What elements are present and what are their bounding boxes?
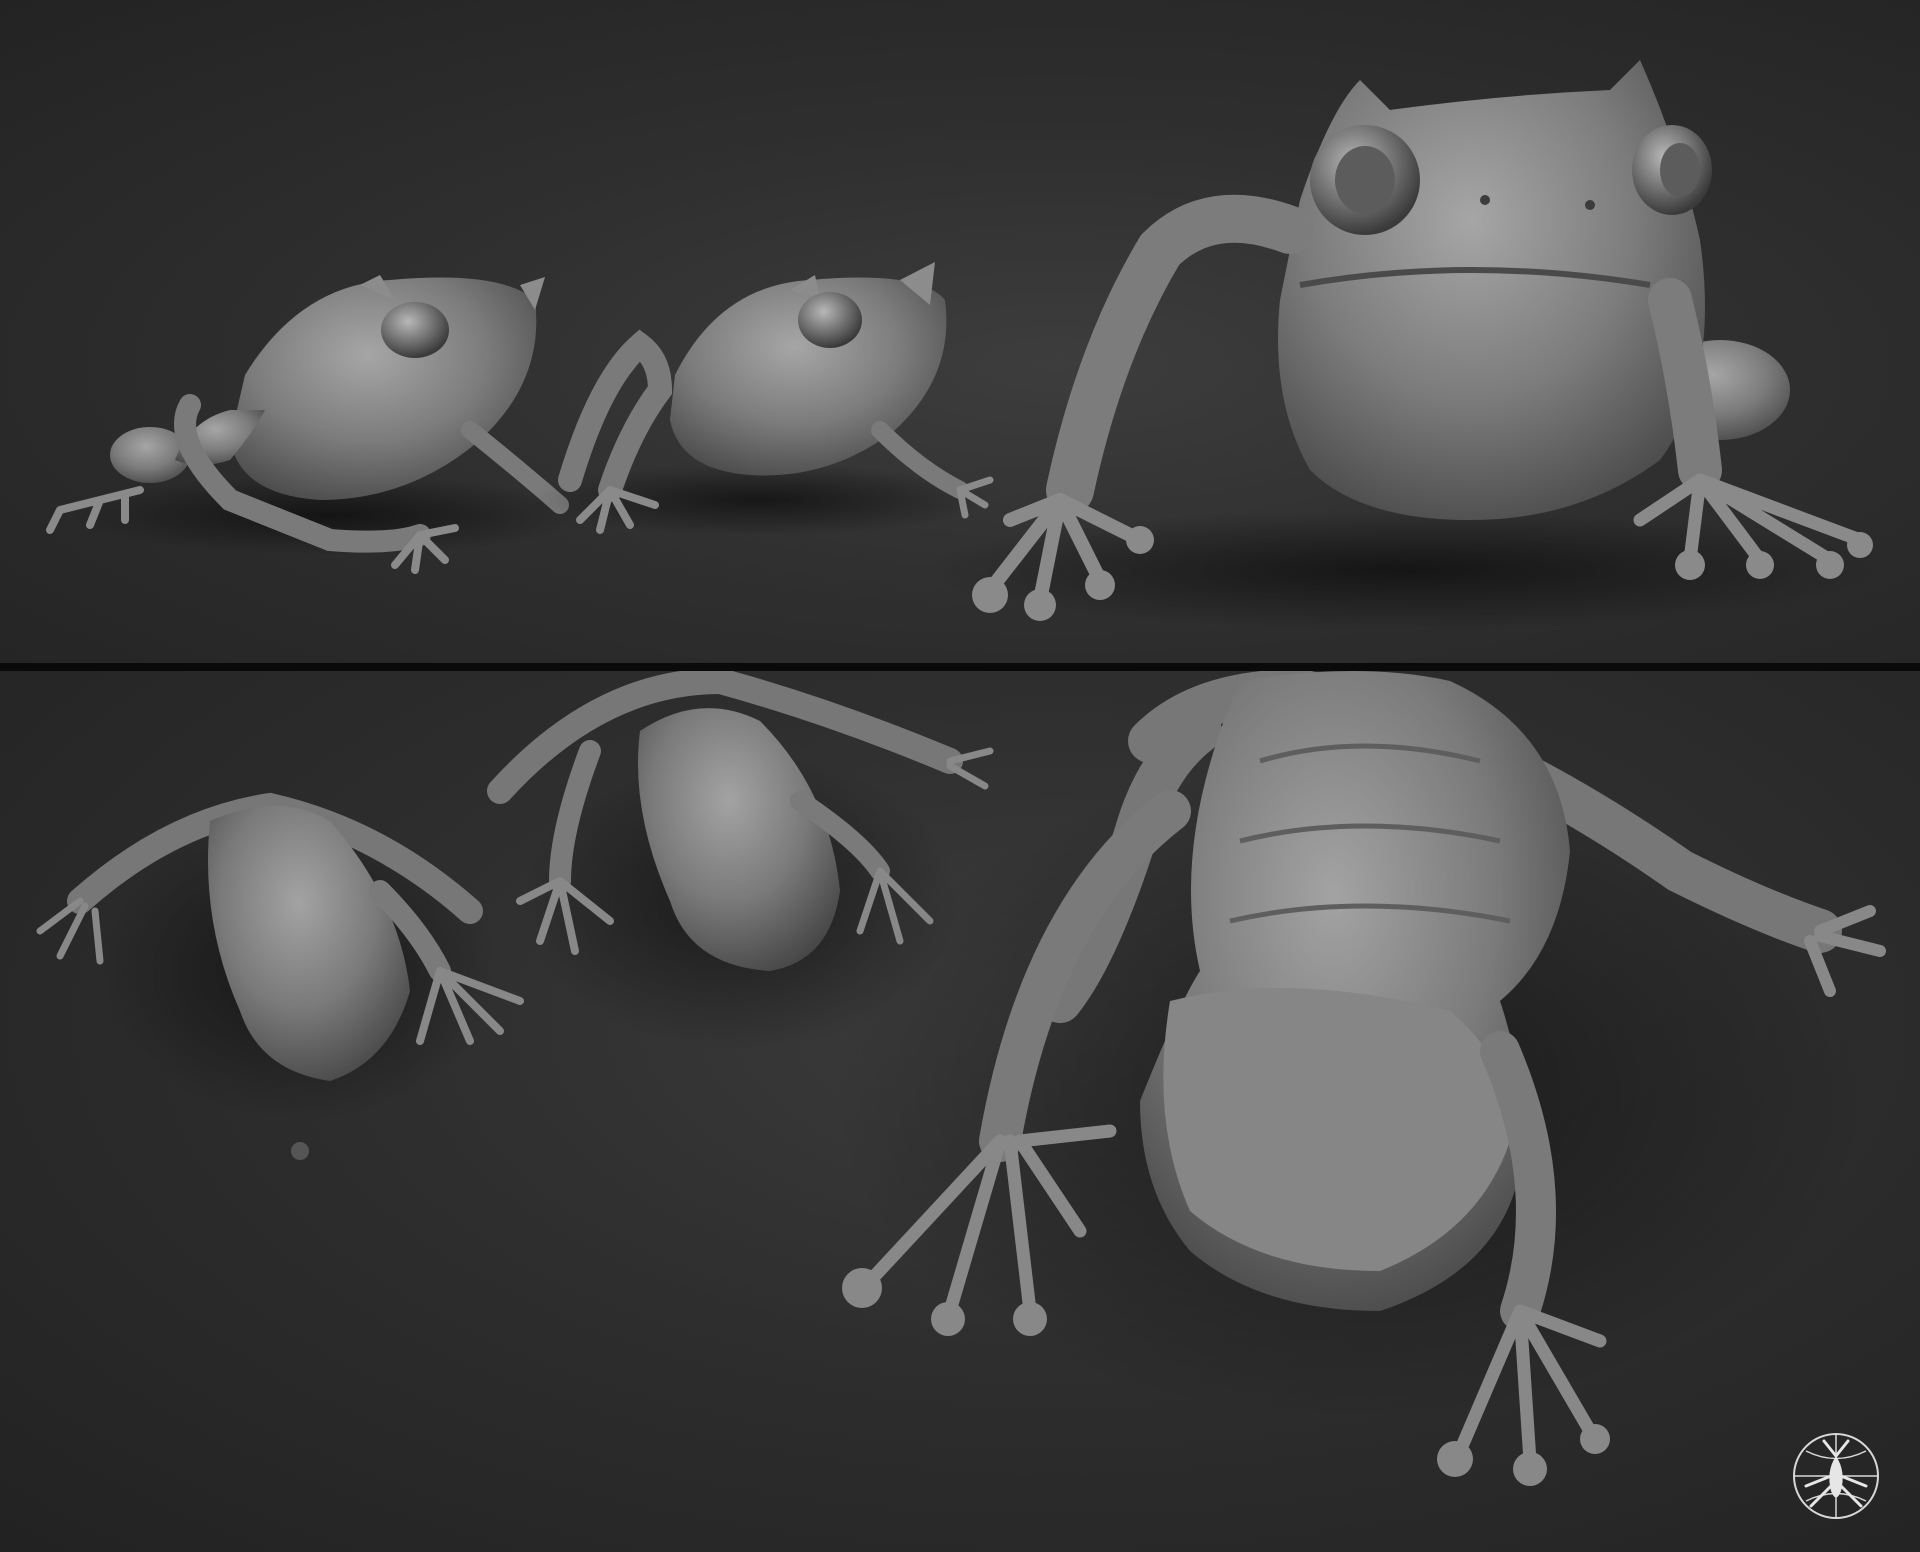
frog-small-front-2 [530, 262, 994, 536]
front-view-canvas [46, 60, 1880, 630]
top-view-panel [0, 671, 1920, 1552]
frog-large-front [920, 60, 1880, 630]
render-sheet [0, 0, 1920, 1552]
insect-emblem-icon [1786, 1426, 1886, 1526]
front-view-panel [0, 0, 1920, 663]
frog-small-front-1 [46, 275, 590, 574]
top-view-canvas [36, 671, 1886, 1486]
frog-small-top-1 [36, 792, 524, 1160]
frog-large-top [830, 671, 1886, 1486]
panel-divider [0, 663, 1920, 671]
